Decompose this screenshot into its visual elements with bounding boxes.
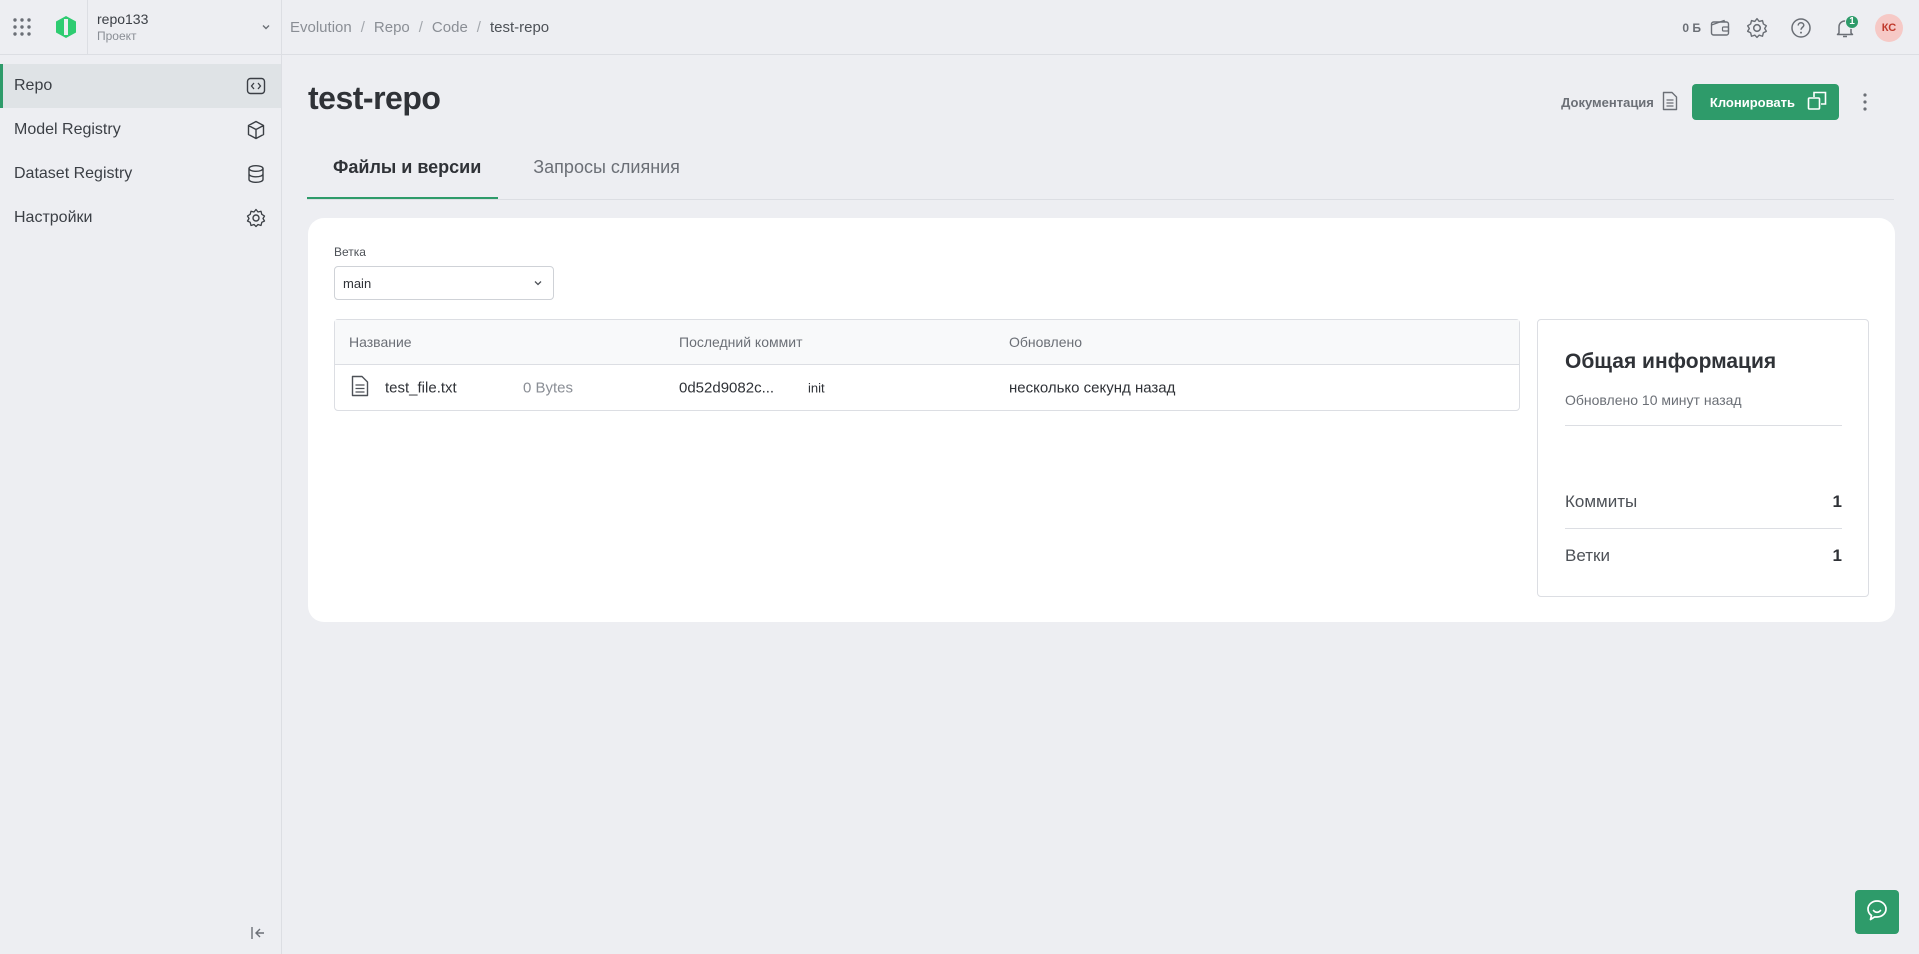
notification-badge: 1 bbox=[1845, 14, 1859, 29]
wallet-icon[interactable] bbox=[1705, 6, 1735, 50]
topbar: Evolution / Repo / Code / test-repo 0 Б … bbox=[282, 0, 1919, 55]
general-info-panel: Общая информация Обновлено 10 минут наза… bbox=[1537, 319, 1869, 597]
help-icon[interactable] bbox=[1779, 6, 1823, 50]
commits-stat: Коммиты 1 bbox=[1565, 492, 1842, 512]
sidebar-item-label: Настройки bbox=[14, 209, 93, 226]
sidebar: repo133 Проект Repo Model Registry Datas… bbox=[0, 0, 282, 954]
branch-label: Ветка bbox=[334, 245, 366, 259]
tabs: Файлы и версии Запросы слияния bbox=[307, 148, 1894, 200]
tab-files-versions[interactable]: Файлы и версии bbox=[307, 141, 507, 193]
breadcrumb-item-code[interactable]: Code bbox=[432, 19, 468, 36]
commit-message: init bbox=[808, 380, 825, 395]
chevron-down-icon bbox=[533, 276, 543, 291]
apps-grid-icon[interactable] bbox=[0, 0, 44, 54]
breadcrumb-item-repo[interactable]: Repo bbox=[374, 19, 410, 36]
divider bbox=[1565, 425, 1842, 426]
breadcrumb-current: test-repo bbox=[489, 18, 550, 36]
sidebar-item-model-registry[interactable]: Model Registry bbox=[0, 108, 281, 152]
file-icon bbox=[351, 375, 369, 401]
notifications-bell-icon[interactable]: 1 bbox=[1823, 6, 1867, 50]
topbar-actions: 0 Б 1 КС bbox=[1682, 0, 1903, 55]
info-title: Общая информация bbox=[1565, 350, 1777, 373]
document-icon bbox=[1662, 91, 1678, 114]
divider bbox=[1565, 528, 1842, 529]
collapse-sidebar-icon[interactable] bbox=[243, 918, 273, 948]
column-header-last-commit: Последний коммит bbox=[679, 334, 803, 350]
info-updated: Обновлено 10 минут назад bbox=[1565, 392, 1742, 408]
tab-merge-requests[interactable]: Запросы слияния bbox=[507, 141, 706, 193]
cube-icon bbox=[245, 119, 267, 141]
chat-icon bbox=[1865, 898, 1889, 927]
files-table: Название Последний коммит Обновлено test… bbox=[334, 319, 1520, 411]
stat-label: Коммиты bbox=[1565, 492, 1638, 511]
database-icon bbox=[245, 163, 267, 185]
sidebar-nav: Repo Model Registry Dataset Registry Нас… bbox=[0, 55, 281, 240]
stat-value: 1 bbox=[1832, 492, 1842, 511]
settings-gear-icon[interactable] bbox=[1735, 6, 1779, 50]
sidebar-item-label: Dataset Registry bbox=[14, 165, 133, 182]
table-header: Название Последний коммит Обновлено bbox=[335, 320, 1519, 365]
sidebar-item-label: Repo bbox=[14, 77, 53, 94]
clone-button-label: Клонировать bbox=[1709, 94, 1795, 110]
project-switcher: repo133 Проект bbox=[0, 0, 281, 55]
clone-button[interactable]: Клонировать bbox=[1691, 84, 1839, 120]
avatar[interactable]: КС bbox=[1875, 13, 1903, 42]
branch-select[interactable]: main bbox=[334, 266, 554, 300]
breadcrumb-item-evolution[interactable]: Evolution bbox=[290, 19, 352, 36]
project-type: Проект bbox=[97, 29, 137, 43]
active-tab-indicator bbox=[307, 197, 498, 199]
table-row[interactable]: test_file.txt 0 Bytes 0d52d9082c... init… bbox=[335, 365, 1519, 410]
more-options-icon[interactable] bbox=[1851, 84, 1879, 120]
page-title: test-repo bbox=[308, 80, 441, 116]
column-header-name: Название bbox=[349, 334, 412, 350]
code-brackets-icon bbox=[245, 75, 267, 97]
file-size: 0 Bytes bbox=[523, 379, 574, 396]
stat-value: 1 bbox=[1832, 546, 1842, 565]
stat-label: Ветки bbox=[1565, 546, 1610, 565]
sidebar-item-label: Model Registry bbox=[14, 121, 121, 138]
branch-select-value: main bbox=[343, 275, 372, 291]
column-header-updated: Обновлено bbox=[1009, 334, 1083, 350]
project-name: repo133 bbox=[97, 11, 149, 27]
branches-stat: Ветки 1 bbox=[1565, 546, 1842, 566]
sidebar-item-repo[interactable]: Repo bbox=[0, 64, 281, 108]
support-chat-button[interactable] bbox=[1855, 890, 1899, 934]
gear-icon bbox=[245, 207, 267, 229]
breadcrumb-separator: / bbox=[418, 18, 423, 36]
file-name[interactable]: test_file.txt bbox=[385, 379, 457, 396]
updated-time: несколько секунд назад bbox=[1009, 379, 1176, 396]
breadcrumb-separator: / bbox=[360, 18, 365, 36]
project-logo-icon bbox=[44, 0, 88, 54]
documentation-link[interactable]: Документация bbox=[1561, 91, 1678, 114]
breadcrumb-separator: / bbox=[476, 18, 481, 36]
page-actions: Документация Клонировать bbox=[1561, 84, 1879, 120]
sidebar-item-dataset-registry[interactable]: Dataset Registry bbox=[0, 152, 281, 196]
documentation-label: Документация bbox=[1561, 94, 1654, 110]
balance-value: 0 Б bbox=[1682, 20, 1701, 35]
copy-icon bbox=[1807, 91, 1827, 114]
project-selector[interactable]: repo133 Проект bbox=[88, 11, 251, 43]
files-card: Ветка main Название Последний коммит Обн… bbox=[308, 218, 1895, 622]
chevron-down-icon[interactable] bbox=[251, 22, 281, 32]
breadcrumb: Evolution / Repo / Code / test-repo bbox=[290, 19, 549, 36]
sidebar-item-settings[interactable]: Настройки bbox=[0, 196, 281, 240]
commit-hash[interactable]: 0d52d9082c... bbox=[679, 379, 774, 396]
